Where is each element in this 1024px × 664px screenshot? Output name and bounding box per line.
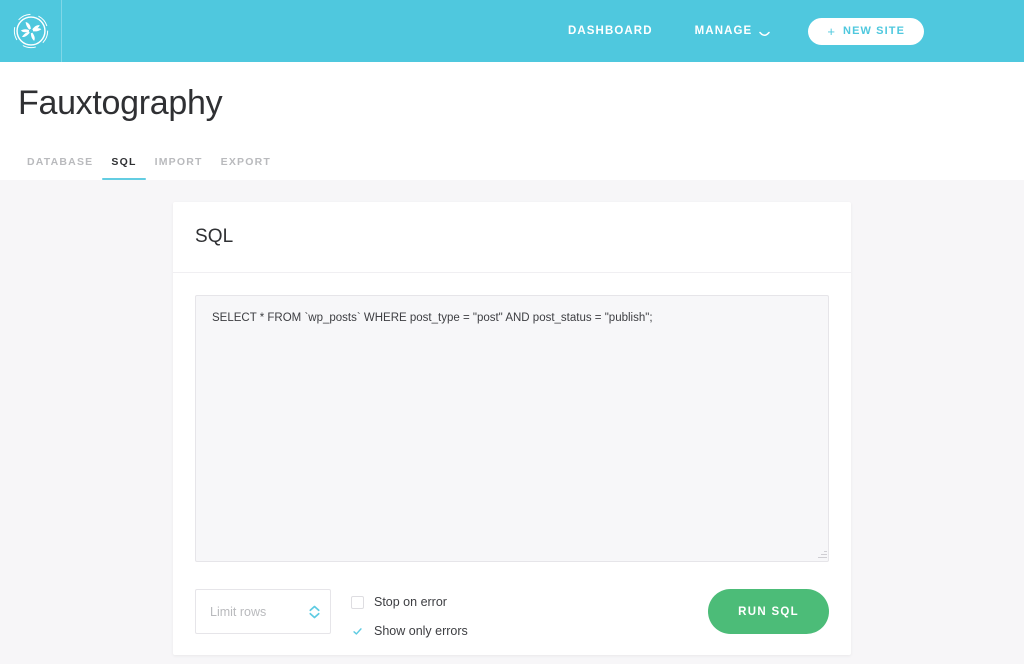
checkbox-stop-on-error-label: Stop on error xyxy=(374,595,447,609)
run-sql-button[interactable]: RUN SQL xyxy=(708,589,829,634)
tab-database[interactable]: DATABASE xyxy=(18,156,102,180)
tab-export-label: EXPORT xyxy=(220,156,271,168)
sql-panel-body: Limit rows xyxy=(173,273,851,652)
tab-database-label: DATABASE xyxy=(27,156,94,168)
brand-logo[interactable] xyxy=(0,0,62,62)
limit-rows-stepper[interactable]: Limit rows xyxy=(195,589,331,634)
nav-links-group: DASHBOARD MANAGE + NEW SITE xyxy=(526,17,1024,45)
limit-rows-input-placeholder: Limit rows xyxy=(210,604,267,619)
site-subheader: Fauxtography DATABASE SQL IMPORT EXPORT xyxy=(0,62,1024,180)
tab-sql-label: SQL xyxy=(111,156,137,168)
limit-rows-spinner[interactable] xyxy=(308,601,320,623)
sql-options-group: Stop on error Show only errors xyxy=(351,589,468,642)
tab-bar: DATABASE SQL IMPORT EXPORT xyxy=(18,147,280,180)
page-title: Fauxtography xyxy=(18,84,223,122)
tab-import-label: IMPORT xyxy=(154,156,203,168)
chevron-down-icon[interactable] xyxy=(308,612,320,619)
checkbox-unchecked-icon[interactable] xyxy=(351,595,364,609)
top-navigation-bar: DASHBOARD MANAGE + NEW SITE xyxy=(0,0,1024,62)
new-site-button[interactable]: + NEW SITE xyxy=(808,17,924,45)
tab-export[interactable]: EXPORT xyxy=(212,156,280,180)
checkbox-show-only-errors[interactable]: Show only errors xyxy=(351,620,468,642)
tab-sql[interactable]: SQL xyxy=(102,156,146,180)
nav-link-manage-label: MANAGE xyxy=(694,25,753,37)
checkbox-checked-icon[interactable] xyxy=(351,624,364,638)
plus-icon: + xyxy=(827,23,837,39)
chevron-down-icon xyxy=(759,29,771,36)
chevron-up-icon[interactable] xyxy=(308,605,320,612)
checkbox-stop-on-error[interactable]: Stop on error xyxy=(351,591,468,613)
nav-link-dashboard[interactable]: DASHBOARD xyxy=(568,25,653,37)
checkbox-show-only-errors-label: Show only errors xyxy=(374,624,468,638)
sql-query-textarea[interactable] xyxy=(195,295,829,562)
sql-panel-title: SQL xyxy=(195,226,234,247)
pinwheel-logo-icon xyxy=(13,13,49,49)
nav-link-manage[interactable]: MANAGE xyxy=(695,25,771,37)
tab-import[interactable]: IMPORT xyxy=(146,156,212,180)
sql-controls-row: Limit rows Stop on error Show only error… xyxy=(195,562,829,652)
new-site-button-label: NEW SITE xyxy=(843,25,905,37)
nav-link-dashboard-label: DASHBOARD xyxy=(567,25,653,37)
sql-editor-wrapper xyxy=(195,295,829,562)
sql-panel-header: SQL xyxy=(173,202,851,273)
run-sql-button-label: RUN SQL xyxy=(738,605,799,618)
sql-panel-card: SQL Limit rows xyxy=(173,202,851,655)
